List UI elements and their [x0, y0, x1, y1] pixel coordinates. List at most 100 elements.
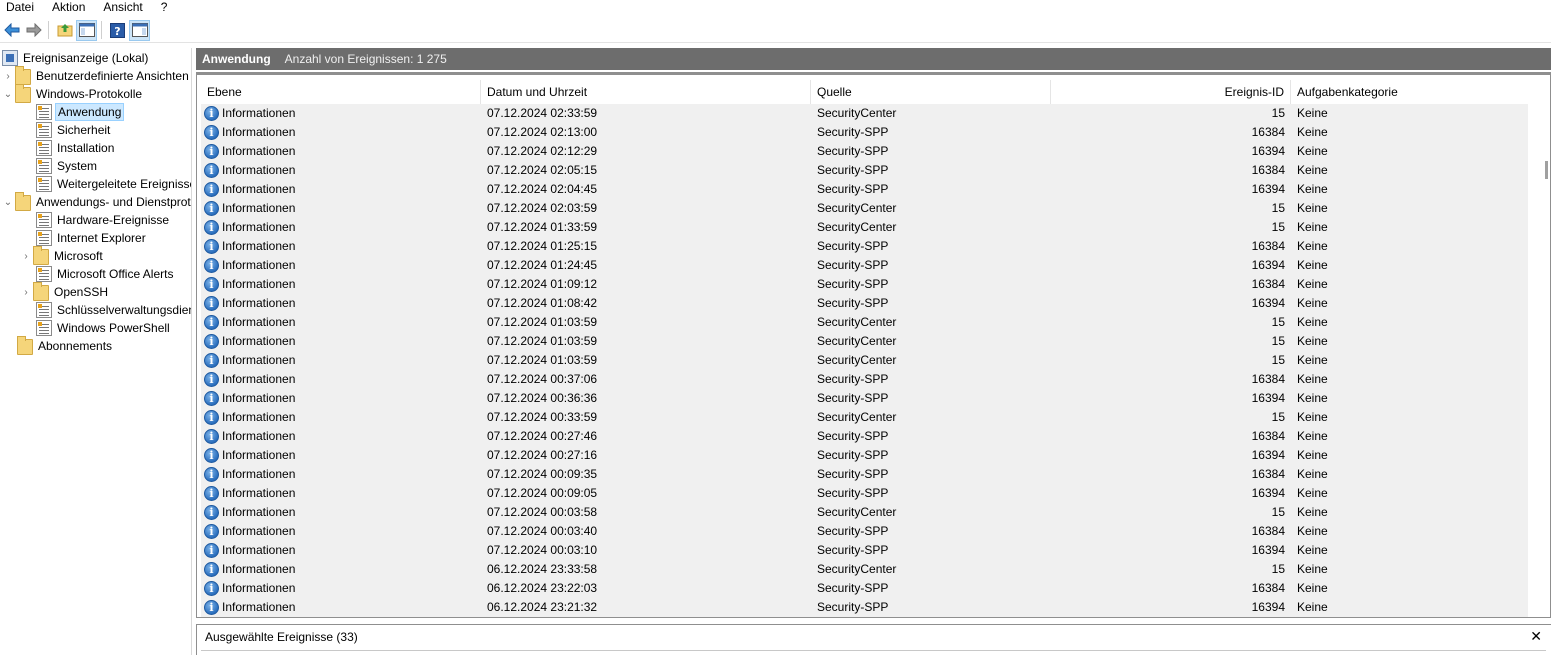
cell-quelle: Security-SPP [817, 600, 889, 614]
cell-quelle: SecurityCenter [817, 505, 897, 519]
toolbar-separator [48, 21, 49, 39]
cell-aufgabenkategorie: Keine [1297, 600, 1328, 614]
menu-datei[interactable]: Datei [0, 0, 39, 17]
chevron-down-icon[interactable]: ⌄ [1, 193, 15, 211]
cell-ebene-text: Informationen [222, 486, 296, 500]
column-ereignis-id[interactable]: Ereignis-ID [1051, 80, 1291, 104]
log-icon [36, 176, 52, 192]
table-row[interactable]: i Informationen 07.12.2024 02:13:00 Securit… [201, 123, 1528, 142]
cell-aufgabenkategorie: Keine [1297, 353, 1328, 367]
column-datum[interactable]: Datum und Uhrzeit [481, 80, 811, 104]
back-button[interactable] [1, 20, 22, 41]
chevron-right-icon[interactable]: › [19, 283, 33, 301]
divider [201, 650, 1546, 651]
cell-ereignis-id: 15 [1271, 201, 1285, 215]
menu-ansicht[interactable]: Ansicht [97, 0, 147, 17]
table-row[interactable]: i Informationen 07.12.2024 01:24:45 Securit… [201, 256, 1528, 275]
cell-ebene: i Informationen [201, 541, 481, 560]
info-icon: i [204, 296, 219, 311]
table-row[interactable]: i Informationen 07.12.2024 02:12:29 Securit… [201, 142, 1528, 161]
cell-ereignis-id: 15 [1271, 505, 1285, 519]
info-icon: i [204, 220, 219, 235]
tree-item-microsoft[interactable]: › Microsoft [19, 246, 105, 265]
column-aufgabenkategorie[interactable]: Aufgabenkategorie [1291, 80, 1528, 104]
tree-item-office-alerts[interactable]: Microsoft Office Alerts [36, 265, 175, 283]
table-row[interactable]: i Informationen 07.12.2024 00:03:58 Securit… [201, 503, 1528, 522]
event-rows: i Informationen 07.12.2024 02:33:59 Securit… [201, 104, 1528, 617]
cell-quelle: SecurityCenter [817, 562, 897, 576]
up-button[interactable] [54, 20, 75, 41]
tree-label: Microsoft Office Alerts [57, 267, 174, 281]
table-row[interactable]: i Informationen 07.12.2024 01:08:42 Securit… [201, 294, 1528, 313]
tree-item-root[interactable]: Ereignisanzeige (Lokal) [2, 49, 150, 67]
table-row[interactable]: i Informationen 06.12.2024 23:21:32 Securit… [201, 598, 1528, 617]
tree-item-hardware[interactable]: Hardware-Ereignisse [36, 211, 171, 229]
tree-item-windows-logs[interactable]: ⌄ Windows-Protokolle [1, 84, 144, 103]
help-button[interactable]: ? [107, 20, 128, 41]
log-icon [36, 140, 52, 156]
forward-button[interactable] [23, 20, 44, 41]
table-row[interactable]: i Informationen 07.12.2024 00:37:06 Securit… [201, 370, 1528, 389]
close-icon[interactable]: ✕ [1530, 628, 1542, 645]
tree-item-openssh[interactable]: › OpenSSH [19, 282, 110, 301]
table-row[interactable]: i Informationen 06.12.2024 23:22:03 Securit… [201, 579, 1528, 598]
column-ebene[interactable]: Ebene [201, 80, 481, 104]
table-row[interactable]: i Informationen 07.12.2024 00:33:59 Securit… [201, 408, 1528, 427]
toolbar: ? [0, 18, 1551, 43]
show-console-tree-button[interactable] [76, 19, 97, 41]
table-row[interactable]: i Informationen 07.12.2024 01:25:15 Securit… [201, 237, 1528, 256]
table-row[interactable]: i Informationen 07.12.2024 00:27:16 Securit… [201, 446, 1528, 465]
cell-ebene: i Informationen [201, 579, 481, 598]
tree-item-internet-explorer[interactable]: Internet Explorer [36, 229, 148, 247]
tree-item-sicherheit[interactable]: Sicherheit [36, 121, 112, 139]
info-icon: i [204, 581, 219, 596]
table-row[interactable]: i Informationen 07.12.2024 00:09:05 Securit… [201, 484, 1528, 503]
scrollbar-thumb[interactable] [1545, 161, 1548, 179]
tree-item-installation[interactable]: Installation [36, 139, 116, 157]
table-row[interactable]: i Informationen 07.12.2024 00:36:36 Securit… [201, 389, 1528, 408]
tree-item-app-service-logs[interactable]: ⌄ Anwendungs- und Dienstprotokolle [1, 192, 191, 211]
table-row[interactable]: i Informationen 07.12.2024 02:05:15 Securit… [201, 161, 1528, 180]
log-icon [36, 302, 52, 318]
table-row[interactable]: i Informationen 07.12.2024 01:09:12 Securit… [201, 275, 1528, 294]
table-row[interactable]: i Informationen 07.12.2024 01:03:59 Securit… [201, 313, 1528, 332]
table-row[interactable]: i Informationen 07.12.2024 02:04:45 Securit… [201, 180, 1528, 199]
tree-item-anwendung[interactable]: Anwendung [36, 103, 125, 121]
table-row[interactable]: i Informationen 07.12.2024 01:03:59 Securit… [201, 332, 1528, 351]
tree-item-custom-views[interactable]: › Benutzerdefinierte Ansichten [1, 66, 191, 85]
cell-ebene-text: Informationen [222, 106, 296, 120]
tree-item-powershell[interactable]: Windows PowerShell [36, 319, 172, 337]
menu-aktion[interactable]: Aktion [46, 0, 90, 17]
table-row[interactable]: i Informationen 07.12.2024 01:03:59 Securit… [201, 351, 1528, 370]
selected-events-panel: Ausgewählte Ereignisse (33) ✕ [196, 624, 1551, 655]
cell-aufgabenkategorie: Keine [1297, 486, 1328, 500]
table-row[interactable]: i Informationen 07.12.2024 02:03:59 Securit… [201, 199, 1528, 218]
table-row[interactable]: i Informationen 07.12.2024 00:09:35 Securit… [201, 465, 1528, 484]
tree-item-key-management[interactable]: Schlüsselverwaltungsdienst [36, 301, 191, 319]
chevron-down-icon[interactable]: ⌄ [1, 85, 15, 103]
tree-label: OpenSSH [54, 285, 109, 299]
cell-ebene: i Informationen [201, 180, 481, 199]
table-row[interactable]: i Informationen 06.12.2024 23:33:58 Securit… [201, 560, 1528, 579]
table-row[interactable]: i Informationen 07.12.2024 01:33:59 Securit… [201, 218, 1528, 237]
table-row[interactable]: i Informationen 07.12.2024 00:03:40 Securit… [201, 522, 1528, 541]
column-quelle[interactable]: Quelle [811, 80, 1051, 104]
info-icon: i [204, 391, 219, 406]
table-row[interactable]: i Informationen 07.12.2024 00:27:46 Securit… [201, 427, 1528, 446]
tree-item-weitergeleitete[interactable]: Weitergeleitete Ereignisse [36, 175, 191, 193]
chevron-right-icon[interactable]: › [1, 67, 15, 85]
info-icon: i [204, 106, 219, 121]
cell-ebene: i Informationen [201, 389, 481, 408]
chevron-right-icon[interactable]: › [19, 247, 33, 265]
cell-ebene: i Informationen [201, 503, 481, 522]
menu-help[interactable]: ? [155, 0, 173, 17]
tree-item-system[interactable]: System [36, 157, 99, 175]
table-row[interactable]: i Informationen 07.12.2024 02:33:59 Securit… [201, 104, 1528, 123]
table-row[interactable]: i Informationen 07.12.2024 00:03:10 Securit… [201, 541, 1528, 560]
cell-ebene-text: Informationen [222, 429, 296, 443]
cell-aufgabenkategorie: Keine [1297, 505, 1328, 519]
show-action-pane-button[interactable] [129, 19, 150, 41]
info-icon: i [204, 315, 219, 330]
tree-item-subscriptions[interactable]: Abonnements [17, 336, 114, 355]
cell-quelle: Security-SPP [817, 391, 889, 405]
